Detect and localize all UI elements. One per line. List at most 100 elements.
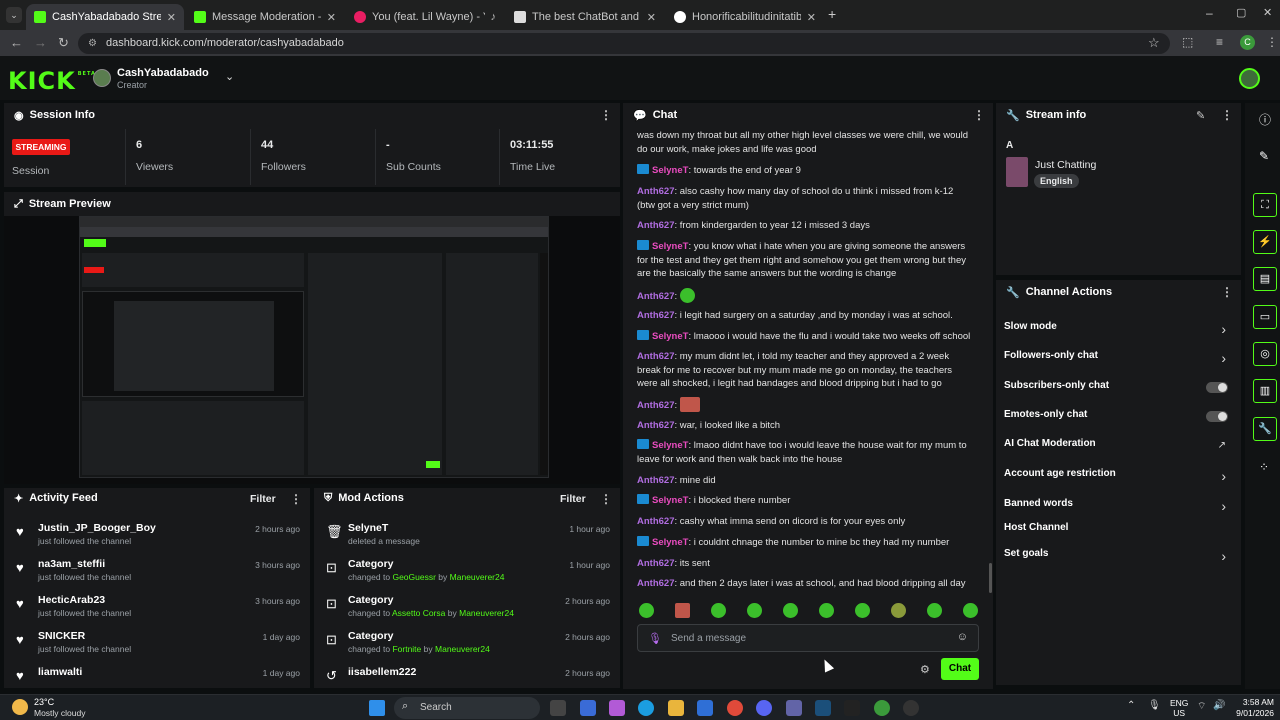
tab-kick-stream[interactable]: CashYabadabado Stream - Kick✕ [26, 4, 184, 30]
close-icon[interactable]: ✕ [327, 11, 336, 24]
emote-icon[interactable] [963, 603, 978, 618]
emoji-icon[interactable]: ☺ [957, 631, 968, 643]
microphone-icon[interactable]: 🎙 [648, 632, 662, 645]
profile-avatar[interactable]: C [1240, 35, 1255, 50]
emote-icon[interactable] [639, 603, 654, 618]
heart-icon: ♥ [16, 524, 24, 539]
kick-logo[interactable]: KICK BETA [8, 67, 96, 95]
new-tab-button[interactable]: + [828, 6, 836, 22]
weather-icon [12, 699, 28, 715]
wifi-icon[interactable]: ⌔ [1197, 700, 1206, 713]
preview-sidebar [446, 253, 538, 475]
teams-icon[interactable] [786, 700, 802, 716]
stream-info-more-icon[interactable]: ⋮ [1221, 108, 1233, 122]
session-label: Session [12, 165, 50, 177]
tray-chevron-icon[interactable]: ⌃ [1127, 700, 1135, 711]
account-age-row[interactable]: Account age restriction › [1004, 468, 1232, 490]
close-window-button[interactable]: ✕ [1263, 6, 1272, 19]
close-icon[interactable]: ✕ [167, 11, 176, 24]
rail-layout-icon[interactable]: ▥ [1253, 379, 1277, 403]
edit-pencil-icon[interactable]: ✎ [1196, 109, 1205, 122]
browser-menu-icon[interactable]: ⋮ [1266, 35, 1278, 49]
host-channel-row[interactable]: Host Channel [1004, 522, 1232, 544]
activity-filter-button[interactable]: Filter [250, 493, 276, 505]
mod-more-icon[interactable]: ⋮ [600, 492, 612, 506]
emote-icon[interactable] [891, 603, 906, 618]
rail-screen-icon[interactable]: ⛶ [1253, 193, 1277, 217]
taskbar-search-box[interactable]: ⌕ Search [394, 697, 540, 719]
maximize-button[interactable]: ▢ [1236, 6, 1246, 19]
rail-chat-icon[interactable]: ▭ [1253, 305, 1277, 329]
slow-mode-row[interactable]: Slow mode › [1004, 321, 1232, 343]
url-field[interactable]: dashboard.kick.com/moderator/cashyabadab… [78, 33, 1170, 54]
pencil-icon[interactable]: ✎ [1259, 149, 1269, 163]
tab-message-moderation[interactable]: Message Moderation - Kick Da✕ [186, 4, 344, 30]
close-icon[interactable]: ✕ [807, 11, 816, 24]
copilot-icon[interactable] [609, 700, 625, 716]
close-icon[interactable]: ✕ [647, 11, 656, 24]
steam-icon[interactable] [815, 700, 831, 716]
chrome-icon[interactable] [727, 700, 743, 716]
tab-google-search[interactable]: Honorificabilitudinitatibus - Go✕ [666, 4, 824, 30]
rail-lightning-icon[interactable]: ⚡ [1253, 230, 1277, 254]
bookmark-star-icon[interactable]: ☆ [1148, 35, 1160, 51]
back-icon[interactable]: ← [10, 35, 23, 50]
emote-icon[interactable] [783, 603, 798, 618]
emotes-only-toggle[interactable] [1206, 411, 1228, 422]
emote-icon[interactable] [675, 603, 690, 618]
extensions-icon[interactable]: ⬚ [1182, 35, 1193, 49]
tab-chatbot[interactable]: The best ChatBot and Widgets✕ [506, 4, 664, 30]
ai-moderation-row[interactable]: AI Chat Moderation ↗ [1004, 438, 1232, 460]
tab-search-icon[interactable]: ⌄ [6, 7, 22, 23]
channel-switcher-chevron-icon[interactable]: ⌄ [225, 70, 234, 83]
obs-icon[interactable] [903, 700, 919, 716]
rail-apps-icon[interactable]: ⁘ [1259, 460, 1269, 474]
rail-notes-icon[interactable]: ▤ [1253, 267, 1277, 291]
user-avatar[interactable] [1239, 68, 1260, 89]
set-goals-row[interactable]: Set goals › [1004, 548, 1232, 570]
activity-more-icon[interactable]: ⋮ [290, 492, 302, 506]
emote-icon[interactable] [747, 603, 762, 618]
rail-broadcast-icon[interactable]: ◎ [1253, 342, 1277, 366]
chat-send-button[interactable]: Chat [941, 658, 979, 680]
stream-preview-video[interactable] [79, 216, 549, 478]
chat-more-icon[interactable]: ⋮ [973, 108, 985, 122]
store-icon[interactable] [580, 700, 596, 716]
tab-youtube-music[interactable]: You (feat. Lil Wayne) - YouT♪ [346, 4, 504, 30]
chrome-profile-icon[interactable] [874, 700, 890, 716]
mail-icon[interactable] [697, 700, 713, 716]
task-view-icon[interactable] [550, 700, 566, 716]
rail-tools-icon[interactable]: 🔧 [1253, 417, 1277, 441]
minimize-button[interactable]: – [1206, 6, 1213, 20]
kick-favicon [194, 11, 206, 23]
session-more-icon[interactable]: ⋮ [600, 108, 612, 122]
reload-icon[interactable]: ↻ [58, 35, 69, 51]
tab-search-icon[interactable]: ≡ [1216, 35, 1223, 49]
info-icon[interactable]: ⓘ [1259, 111, 1271, 128]
emote-icon[interactable] [855, 603, 870, 618]
channel-actions-more-icon[interactable]: ⋮ [1221, 285, 1233, 299]
emote-icon[interactable] [819, 603, 834, 618]
mic-tray-icon[interactable]: 🎙 [1148, 700, 1161, 711]
channel-avatar[interactable] [93, 69, 111, 87]
explorer-icon[interactable] [668, 700, 684, 716]
mod-filter-button[interactable]: Filter [560, 493, 586, 505]
chat-input-box[interactable]: 🎙 Send a message ☺ [637, 624, 979, 652]
edge-icon[interactable] [638, 700, 654, 716]
volume-icon[interactable]: 🔊 [1213, 700, 1225, 711]
chat-settings-icon[interactable]: ⚙ [920, 663, 930, 676]
emote-icon[interactable] [927, 603, 942, 618]
followers-only-row[interactable]: Followers-only chat › [1004, 350, 1232, 372]
terminal-icon[interactable] [844, 700, 860, 716]
site-info-icon[interactable]: ⚙ [88, 38, 97, 49]
forward-icon[interactable]: → [34, 35, 47, 50]
windows-start-icon[interactable] [369, 700, 385, 716]
emote-icon[interactable] [711, 603, 726, 618]
input-language[interactable]: ENG US [1170, 698, 1188, 718]
divider [375, 129, 376, 185]
clock[interactable]: 3:58 AM 9/01/2026 [1232, 697, 1274, 719]
discord-icon[interactable] [756, 700, 772, 716]
banned-words-row[interactable]: Banned words › [1004, 498, 1232, 520]
chat-scrollbar[interactable] [989, 563, 992, 593]
subscribers-only-toggle[interactable] [1206, 382, 1228, 393]
